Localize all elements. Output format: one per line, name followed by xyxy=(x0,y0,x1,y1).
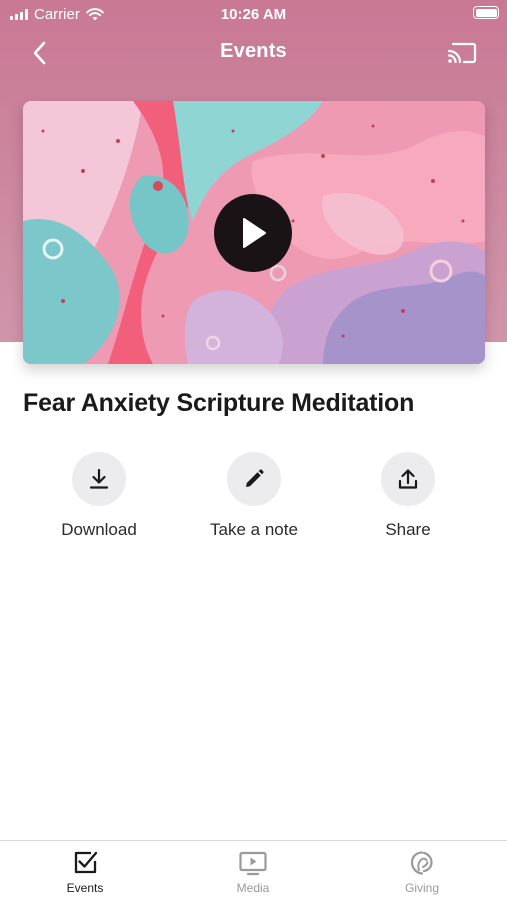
page-title: Events xyxy=(220,40,287,62)
play-button[interactable] xyxy=(214,194,292,272)
status-time: 10:26 AM xyxy=(220,6,287,23)
share-button[interactable]: Share xyxy=(328,452,488,540)
event-title: Fear Anxiety Scripture Meditation xyxy=(23,389,415,417)
battery-icon xyxy=(473,6,499,19)
tab-bar: Events Media Giving xyxy=(0,840,507,901)
status-bar: Carrier 10:26 AM xyxy=(0,0,507,28)
take-note-circle[interactable] xyxy=(227,452,281,506)
pencil-icon xyxy=(246,469,264,487)
checkbox-icon xyxy=(74,851,98,874)
tab-giving[interactable]: Giving xyxy=(362,849,482,895)
tab-media-label: Media xyxy=(236,881,270,895)
take-note-button[interactable]: Take a note xyxy=(174,452,334,540)
share-label: Share xyxy=(385,520,431,539)
cast-icon[interactable] xyxy=(447,40,477,66)
share-circle[interactable] xyxy=(381,452,435,506)
download-label: Download xyxy=(61,520,137,539)
share-icon xyxy=(398,469,418,489)
tab-media[interactable]: Media xyxy=(193,849,313,895)
giving-icon xyxy=(410,851,433,875)
download-circle[interactable] xyxy=(72,452,126,506)
take-note-label: Take a note xyxy=(210,520,298,539)
download-icon xyxy=(89,468,109,489)
tab-events-label: Events xyxy=(66,881,104,895)
tv-play-icon xyxy=(239,851,267,876)
play-icon xyxy=(243,218,266,248)
navigation-bar: Events xyxy=(0,28,507,78)
tab-events[interactable]: Events xyxy=(25,849,145,895)
tab-giving-label: Giving xyxy=(404,881,439,895)
download-button[interactable]: Download xyxy=(19,452,179,540)
video-thumbnail[interactable] xyxy=(23,101,485,364)
